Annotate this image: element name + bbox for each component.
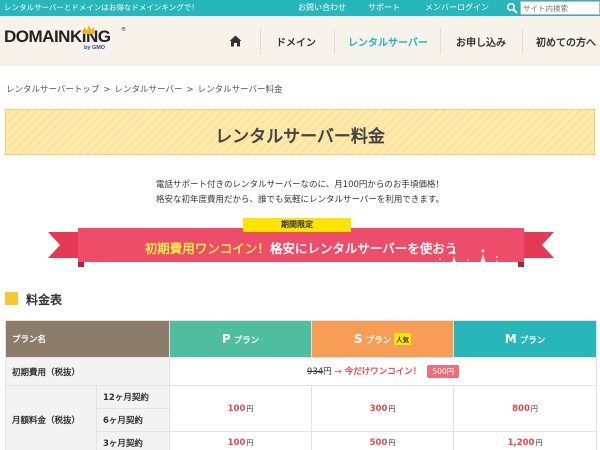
tagline: レンタルサーバーとドメインはお得なドメインキングで！ (4, 3, 199, 12)
price-m-12: 800円 (453, 385, 598, 432)
term-6-label: 6ヶ月契約 (95, 408, 171, 432)
nav-domain[interactable]: ドメイン (276, 34, 316, 49)
ribbon-body: 初期費用ワンコイン！格安にレンタルサーバーを使おう (78, 228, 524, 276)
logo[interactable]: DOMAINKING ® by GMO (4, 25, 126, 51)
contact-link[interactable]: お問い合わせ (298, 2, 346, 13)
original-unit: 円 (323, 367, 332, 377)
breadcrumb-current: レンタルサーバー料金 (197, 85, 283, 95)
breadcrumb-server[interactable]: レンタルサーバー (115, 85, 183, 95)
section-marker (5, 292, 18, 305)
member-login-link[interactable]: メンバーログイン (425, 2, 489, 13)
price-s-3: 500円 (311, 431, 455, 450)
nav-beginners[interactable]: 初めての方へ (536, 34, 596, 49)
search-icon[interactable] (506, 2, 518, 14)
nav-divider (334, 28, 335, 54)
table-row: 月額料金（税抜） 12ヶ月契約 100円 300円 800円 (5, 385, 598, 450)
page-title: レンタルサーバー料金 (215, 127, 385, 147)
nav-divider (440, 28, 441, 54)
original-price: 934 (306, 367, 324, 377)
search-input[interactable] (520, 1, 600, 15)
price-p-3: 100円 (169, 431, 313, 450)
nav-divider (260, 28, 261, 54)
campaign-rest: 格安にレンタルサーバーを使おう (269, 241, 458, 256)
plan-s-header: S プラン 人気 (311, 320, 455, 358)
nav-rental-server[interactable]: レンタルサーバー (348, 34, 428, 49)
term-3-label: 3ヶ月契約 (95, 431, 171, 450)
promo-text: 今だけワンコイン！ (344, 367, 422, 377)
intro-line-2: 格安な初年度費用だから、誰でも気軽にレンタルサーバーを利用できます。 (155, 195, 445, 205)
plan-m-header: M プラン (453, 320, 598, 358)
site-header: DOMAINKING ® by GMO ドメイン レンタルサーバー お申し込み … (0, 16, 600, 66)
price-s-12: 300円 (311, 385, 455, 432)
limited-time-badge: 期間限定 (243, 218, 351, 232)
top-bar: レンタルサーバーとドメインはお得なドメインキングで！ お問い合わせ サポート メ… (0, 0, 600, 16)
monthly-fee-label: 月額料金（税抜） (5, 385, 97, 450)
promo-price-badge: 500円 (427, 365, 460, 378)
initial-fee-cell: 934円 → 今だけワンコイン！ 500円 (169, 357, 598, 386)
price-m-3: 1,200円 (453, 431, 598, 450)
arrow: → (334, 367, 342, 377)
crown-icon (83, 25, 95, 34)
price-p-12: 100円 (169, 385, 313, 432)
term-12-label: 12ヶ月契約 (95, 385, 171, 409)
nav-apply[interactable]: お申し込み (456, 34, 506, 49)
campaign-highlight: 初期費用ワンコイン！ (144, 241, 270, 256)
table-header-row: プラン名 P プラン S プラン 人気 M プラン (4, 320, 598, 358)
page-title-banner: レンタルサーバー料金 (5, 109, 595, 155)
logo-sub: by GMO (84, 45, 106, 51)
intro-line-1: 電話サポート付きのレンタルサーバーなのに、月100円からのお手頃価格！ (156, 180, 444, 190)
table-row: 初期費用（税抜） 934円 → 今だけワンコイン！ 500円 (4, 357, 598, 386)
section-title: 料金表 (26, 293, 63, 307)
popular-badge: 人気 (394, 333, 412, 345)
breadcrumb: レンタルサーバートップ > レンタルサーバー > レンタルサーバー料金 (6, 85, 283, 95)
plan-name-header: プラン名 (4, 320, 171, 358)
home-icon[interactable] (229, 35, 242, 47)
logo-main: DOMAIN (4, 27, 70, 46)
support-link[interactable]: サポート (368, 2, 400, 13)
price-table: プラン名 P プラン S プラン 人気 M プラン 初期費用（税抜） 934円 → 今だけワ… (4, 320, 598, 450)
breadcrumb-server-top[interactable]: レンタルサーバートップ (6, 85, 99, 95)
plan-p-header: P プラン (169, 320, 313, 358)
campaign-banner[interactable]: 初期費用ワンコイン！格安にレンタルサーバーを使おう 期間限定 (48, 214, 554, 276)
initial-fee-label: 初期費用（税抜） (4, 357, 171, 386)
campaign-text: 初期費用ワンコイン！格安にレンタルサーバーを使おう (78, 238, 524, 257)
registered-mark: ® (121, 27, 126, 33)
nav-divider (522, 28, 523, 54)
site-search (506, 1, 600, 15)
